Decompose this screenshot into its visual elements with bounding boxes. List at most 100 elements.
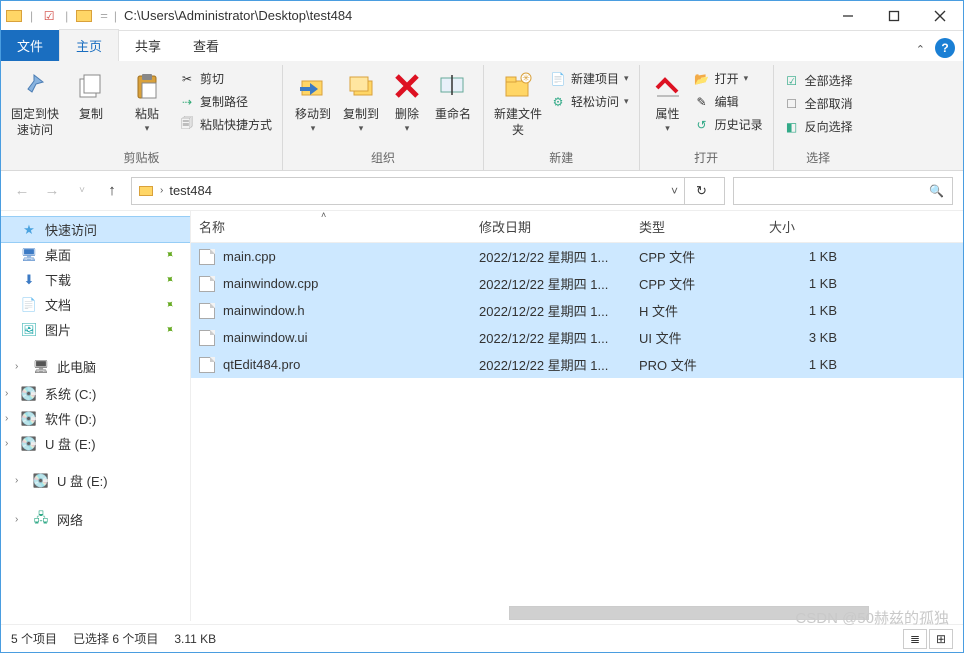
nav-drive-d[interactable]: › 💽 软件 (D:) [1,406,190,431]
new-item-icon: 📄 [550,71,566,87]
drive-icon: 💽 [21,411,37,427]
open-icon: 📂 [694,71,710,87]
copy-path-button[interactable]: ⇢ 复制路径 [175,92,276,111]
search-icon: 🔍 [929,184,944,198]
chevron-icon[interactable]: › [160,185,163,196]
ribbon-tabs: 文件 主页 共享 查看 ⌃ ? [1,31,963,61]
pin-icon [18,69,52,103]
recent-dropdown[interactable]: ˅ [71,185,93,196]
file-icon [199,249,215,265]
tab-view[interactable]: 查看 [177,30,235,61]
ribbon-group-organize: 移动到 复制到 删除 重命名 组织 [283,65,484,170]
invert-selection-button[interactable]: ◧ 反向选择 [780,117,857,136]
app-folder-icon [5,7,23,25]
select-all-button[interactable]: ☑ 全部选择 [780,71,857,90]
col-name[interactable]: 名称 [199,217,479,236]
usb-icon: 💽 [21,436,37,452]
delete-icon [390,69,424,103]
title-bar: | ☑ | = | C:\Users\Administrator\Desktop… [1,1,963,31]
paste-icon [130,69,164,103]
easy-access-button[interactable]: ⚙ 轻松访问 [546,92,633,111]
paste-button[interactable]: 粘贴 ▾ [119,65,175,134]
new-item-button[interactable]: 📄 新建项目 [546,69,633,88]
col-type[interactable]: 类型 [639,217,769,236]
minimize-button[interactable] [825,1,871,31]
copy-button[interactable]: 复制 [63,65,119,123]
edit-button[interactable]: ✎ 编辑 [690,92,767,111]
invert-icon: ◧ [784,119,800,135]
maximize-button[interactable] [871,1,917,31]
select-none-icon: ☐ [784,96,800,112]
desktop-icon: 🖥 [21,247,37,263]
navigation-pane: ★ 快速访问 🖥 桌面 ✦ ⬇ 下载 ✦ 📄 文档 ✦ 🖼 图片 ✦ › 🖥 此… [1,211,191,621]
group-label-organize: 组织 [371,147,395,170]
status-item-count: 5 个项目 [11,630,57,647]
status-bar: 5 个项目 已选择 6 个项目 3.11 KB ≣ ⊞ [1,624,963,652]
svg-text:✳: ✳ [522,73,530,83]
file-icon [199,276,215,292]
paste-shortcut-button[interactable]: 🗐 粘贴快捷方式 [175,115,276,134]
nav-drive-e1[interactable]: › 💽 U 盘 (E:) [1,431,190,456]
watermark: CSDN @50赫兹的孤独 [795,607,949,628]
chevron-right-icon[interactable]: › [15,361,25,372]
file-list: ˄ 名称 修改日期 类型 大小 main.cpp 2022/12/22 星期四 … [191,211,963,621]
delete-button[interactable]: 删除 [385,65,429,134]
group-label-new: 新建 [549,147,573,170]
pin-to-quickaccess-button[interactable]: 固定到快速访问 [7,65,63,138]
move-to-button[interactable]: 移动到 [289,65,337,134]
select-all-icon: ☑ [784,73,800,89]
address-dropdown-icon[interactable]: ˅ [671,184,678,198]
nav-row: ← → ˅ ↑ › test484 ˅ ↻ 🔍 [1,171,963,211]
pc-icon: 🖥 [33,359,49,375]
group-label-select: 选择 [806,147,830,170]
up-button[interactable]: ↑ [101,182,123,199]
breadcrumb-current[interactable]: test484 [169,183,212,198]
cut-button[interactable]: ✂ 剪切 [175,69,276,88]
close-button[interactable] [917,1,963,31]
nav-drive-e2[interactable]: › 💽 U 盘 (E:) [1,466,190,495]
nav-desktop[interactable]: 🖥 桌面 ✦ [1,242,190,267]
search-box[interactable]: 🔍 [733,177,953,205]
nav-network[interactable]: › 🖧 网络 [1,505,190,534]
copyto-icon [344,69,378,103]
forward-button[interactable]: → [41,182,63,199]
help-button[interactable]: ? [935,38,955,58]
nav-documents[interactable]: 📄 文档 ✦ [1,292,190,317]
file-row[interactable]: mainwindow.ui 2022/12/22 星期四 1... UI 文件 … [191,324,963,351]
col-size[interactable]: 大小 [769,217,849,236]
view-icons-button[interactable]: ⊞ [929,629,953,649]
tab-file[interactable]: 文件 [1,30,59,61]
file-row[interactable]: mainwindow.h 2022/12/22 星期四 1... H 文件 1 … [191,297,963,324]
ribbon-collapse-icon[interactable]: ⌃ [916,43,925,56]
moveto-icon [296,69,330,103]
view-details-button[interactable]: ≣ [903,629,927,649]
rename-button[interactable]: 重命名 [429,65,477,123]
back-button[interactable]: ← [11,182,33,199]
link-icon: ⇢ [179,94,195,110]
drive-icon: 💽 [21,386,37,402]
file-row[interactable]: main.cpp 2022/12/22 星期四 1... CPP 文件 1 KB [191,243,963,270]
address-bar[interactable]: › test484 ˅ ↻ [131,177,725,205]
tab-home[interactable]: 主页 [59,29,119,61]
refresh-button[interactable]: ↻ [684,177,718,205]
copy-to-button[interactable]: 复制到 [337,65,385,134]
nav-drive-c[interactable]: › 💽 系统 (C:) [1,381,190,406]
nav-quick-access[interactable]: ★ 快速访问 [1,217,190,242]
file-row[interactable]: qtEdit484.pro 2022/12/22 星期四 1... PRO 文件… [191,351,963,378]
new-folder-button[interactable]: ✳ 新建文件夹 [490,65,546,138]
quick-access-check-icon[interactable]: ☑ [40,7,58,25]
ribbon-group-select: ☑ 全部选择 ☐ 全部取消 ◧ 反向选择 选择 [774,65,863,170]
chevron-right-icon[interactable]: › [5,388,8,399]
nav-pictures[interactable]: 🖼 图片 ✦ [1,317,190,342]
col-date[interactable]: 修改日期 [479,217,639,236]
properties-button[interactable]: 属性 [646,65,690,134]
column-headers[interactable]: ˄ 名称 修改日期 类型 大小 [191,211,963,243]
history-button[interactable]: ↺ 历史记录 [690,115,767,134]
file-row[interactable]: mainwindow.cpp 2022/12/22 星期四 1... CPP 文… [191,270,963,297]
tab-share[interactable]: 共享 [119,30,177,61]
nav-this-pc[interactable]: › 🖥 此电脑 [1,352,190,381]
usb-icon: 💽 [33,473,49,489]
select-none-button[interactable]: ☐ 全部取消 [780,94,857,113]
nav-downloads[interactable]: ⬇ 下载 ✦ [1,267,190,292]
open-dropdown-button[interactable]: 📂 打开 [690,69,767,88]
